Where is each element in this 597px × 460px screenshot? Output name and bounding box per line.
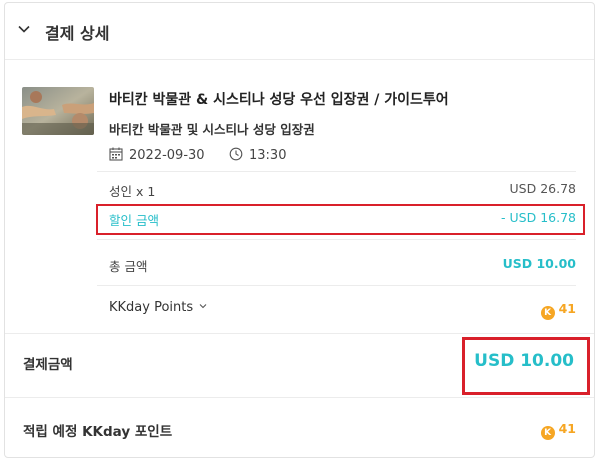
date-meta: 2022-09-30 (109, 147, 205, 163)
earn-points-amount: 41 (558, 421, 576, 436)
product-subtitle: 바티칸 박물관 및 시스티나 성당 입장권 (109, 122, 315, 137)
adult-value: USD 26.78 (509, 181, 576, 196)
header-title: 결제 상세 (45, 24, 110, 43)
payment-amount-label: 결제금액 (23, 357, 73, 373)
payment-details-panel: 결제 상세 바티칸 박물관 & 시스티나 성당 우선 입장권 / 가이드투어 바… (4, 2, 595, 458)
points-amount: 41 (558, 301, 576, 316)
chevron-down-icon[interactable] (18, 23, 30, 35)
calendar-icon (109, 147, 123, 161)
earn-points-label: 적립 예정 KKday 포인트 (23, 424, 173, 440)
divider (97, 171, 576, 172)
payment-details-header[interactable]: 결제 상세 (5, 3, 594, 60)
divider (97, 239, 576, 240)
points-value: K 41 (540, 301, 576, 320)
payment-amount-value: USD 10.00 (474, 351, 574, 371)
product-title[interactable]: 바티칸 박물관 & 시스티나 성당 우선 입장권 / 가이드투어 (109, 89, 449, 109)
discount-value: - USD 16.78 (501, 210, 576, 225)
time-meta: 13:30 (229, 147, 286, 163)
product-image (22, 87, 94, 135)
divider (97, 285, 576, 286)
points-label: KKday Points (109, 300, 194, 315)
discount-label: 할인 금액 (109, 213, 159, 228)
total-label: 총 금액 (109, 259, 148, 274)
earn-points-value: K 41 (540, 421, 576, 440)
total-value: USD 10.00 (502, 256, 576, 271)
booking-time: 13:30 (249, 148, 287, 163)
chevron-down-icon (199, 304, 207, 309)
kkday-points-toggle[interactable]: KKday Points (109, 300, 207, 315)
adult-label: 성인 x 1 (109, 184, 156, 199)
kkday-coin-icon: K (540, 306, 555, 320)
kkday-coin-icon: K (540, 426, 555, 440)
divider (5, 333, 594, 334)
divider (5, 397, 594, 398)
booking-date: 2022-09-30 (129, 148, 205, 163)
product-thumbnail (22, 87, 94, 135)
clock-icon (229, 147, 243, 161)
